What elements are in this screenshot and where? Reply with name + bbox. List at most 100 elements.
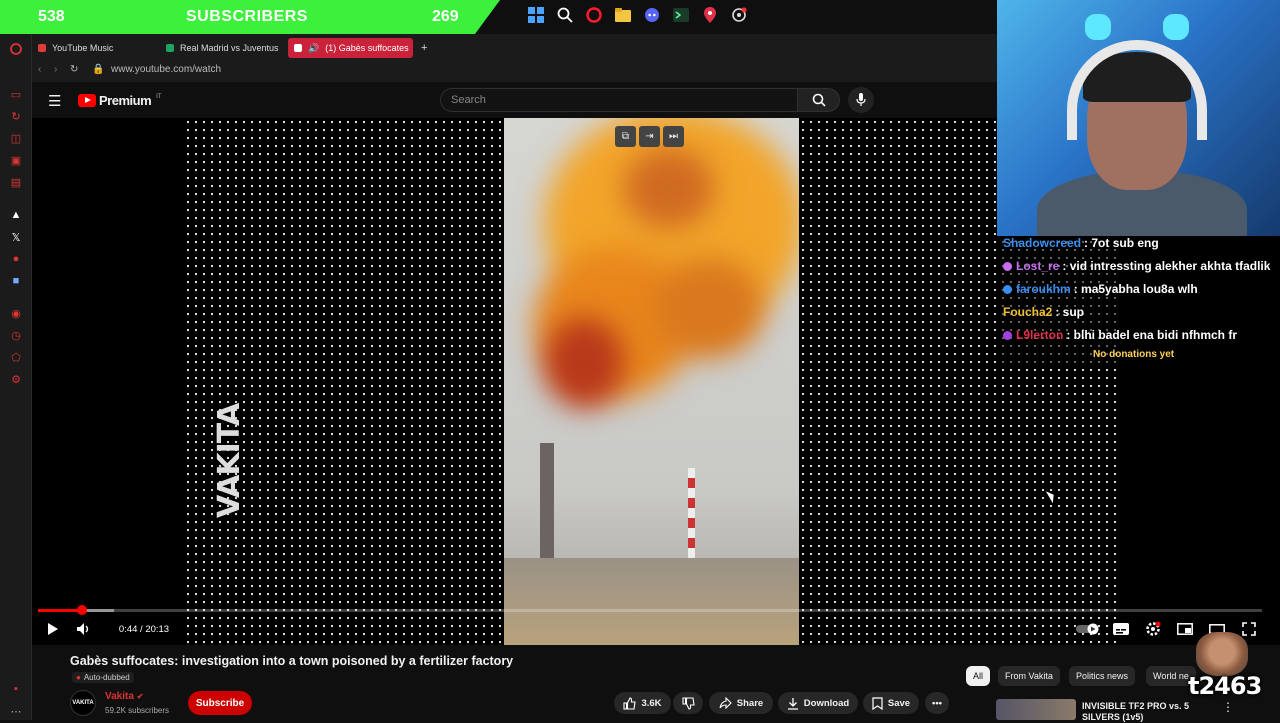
subscriber-goal-bar: 538 SUBSCRIBERS 269 — [0, 0, 500, 34]
dubbing-icon: ● — [76, 673, 81, 682]
progress-bar[interactable] — [38, 605, 1262, 615]
sidebar-more-icon[interactable]: ⋯ — [9, 704, 23, 718]
opera-icon[interactable] — [583, 4, 605, 26]
stream-chat: Shadowcreed: 7ot sub eng Lost_re: vid in… — [997, 236, 1280, 368]
youtube-favicon-icon — [294, 44, 302, 52]
more-horizontal-icon: ••• — [932, 697, 942, 709]
hamburger-menu-icon[interactable]: ☰ — [48, 92, 61, 110]
sidebar-twitch-icon[interactable]: ▣ — [9, 153, 23, 167]
youtube-play-logo-icon — [78, 94, 96, 107]
bookmark-icon — [872, 696, 883, 710]
youtube-premium-logo[interactable]: Premium IT — [78, 93, 161, 108]
search-input[interactable]: Search — [440, 88, 798, 112]
sidebar-x-icon[interactable]: 𝕏 — [9, 230, 23, 244]
search-icon[interactable] — [554, 4, 576, 26]
thumbs-up-icon — [623, 696, 637, 710]
video-frame[interactable] — [504, 118, 799, 645]
miniplayer-button[interactable] — [1176, 619, 1194, 639]
file-explorer-icon[interactable] — [612, 4, 634, 26]
sidebar-clock-icon[interactable]: ◷ — [9, 328, 23, 342]
subscribe-button[interactable]: Subscribe — [188, 691, 252, 715]
sidebar-aria-icon[interactable]: ▲ — [9, 208, 23, 222]
more-actions-button[interactable]: ••• — [925, 692, 949, 714]
chat-message: Shadowcreed: 7ot sub eng — [1003, 236, 1159, 250]
sidebar-app-icon[interactable]: ■ — [9, 274, 23, 288]
fullscreen-button[interactable] — [1240, 619, 1258, 639]
play-icon — [48, 623, 58, 635]
sidebar-pin-icon[interactable]: ⬠ — [9, 350, 23, 364]
chat-message: Foucha2: sup — [1003, 305, 1084, 319]
sidebar-history-icon[interactable]: ↻ — [9, 109, 23, 123]
chat-username: Foucha2 — [1003, 305, 1053, 319]
sidebar-player-icon[interactable]: ◉ — [9, 306, 23, 320]
volume-button[interactable] — [74, 619, 94, 639]
channel-name[interactable]: Vakita ✔ — [105, 691, 143, 702]
channel-name-text: Vakita — [105, 691, 134, 702]
share-button[interactable]: Share — [709, 692, 773, 714]
recommendation-thumbnail[interactable] — [996, 699, 1076, 720]
snap-icon[interactable]: ⇥ — [639, 126, 660, 147]
sidebar-record-icon[interactable]: ● — [9, 252, 23, 266]
like-button[interactable]: 3.6K — [614, 692, 671, 714]
opera-menu-icon[interactable] — [9, 42, 23, 56]
youtube-header: ☰ Premium IT Search — [32, 82, 998, 118]
sidebar-gx-icon[interactable]: ▪ — [9, 682, 23, 696]
popout-icon[interactable]: ⧉ — [615, 126, 636, 147]
tab-gabes-video[interactable]: 🔊 (1) Gabès suffocates — [288, 38, 413, 58]
dotted-background-left — [184, 118, 504, 645]
dislike-button[interactable] — [673, 692, 703, 714]
subscriber-goal-title: SUBSCRIBERS — [186, 8, 308, 25]
forward-icon[interactable]: › — [54, 64, 57, 75]
tab-youtube-music[interactable]: YouTube Music — [32, 38, 160, 58]
thumbs-down-icon — [681, 696, 695, 710]
chimney — [688, 468, 695, 568]
smoke-cloud — [654, 258, 764, 358]
subtitles-button[interactable] — [1112, 619, 1130, 639]
microphone-icon — [856, 93, 866, 106]
share-icon — [719, 697, 732, 709]
sidebar-bag-icon[interactable]: ◫ — [9, 131, 23, 145]
sidebar-gamepad-icon[interactable]: ▭ — [9, 87, 23, 101]
settings-icon[interactable] — [728, 4, 750, 26]
sidebar-gear-icon[interactable]: ⚙ — [9, 372, 23, 386]
verified-icon: ✔ — [136, 692, 144, 701]
chat-username: faroukhm — [1016, 282, 1071, 296]
chip-from-vakita[interactable]: From Vakita — [998, 666, 1060, 686]
download-button[interactable]: Download — [778, 692, 858, 714]
chat-username: Lost_re — [1016, 259, 1060, 273]
autoplay-toggle[interactable] — [1075, 619, 1101, 639]
sidebar-music-icon[interactable]: ▤ — [9, 175, 23, 189]
gear-icon — [1146, 621, 1161, 636]
discord-icon[interactable] — [641, 4, 663, 26]
download-icon — [787, 697, 798, 710]
save-button[interactable]: Save — [863, 692, 919, 714]
reload-icon[interactable]: ↻ — [70, 64, 78, 75]
play-button[interactable] — [44, 619, 62, 639]
terminal-icon[interactable] — [670, 4, 692, 26]
chat-badge-icon — [1003, 331, 1012, 341]
skip-icon[interactable]: ⏭ — [663, 126, 684, 147]
search-button[interactable] — [798, 88, 840, 112]
back-icon[interactable]: ‹ — [38, 64, 41, 75]
maps-pin-icon[interactable] — [699, 4, 721, 26]
smoke-cloud — [624, 148, 714, 228]
progress-scrubber[interactable] — [77, 605, 88, 615]
auto-dubbed-badge[interactable]: ● Auto-dubbed — [72, 672, 134, 683]
youtube-music-favicon-icon — [38, 44, 46, 52]
lock-icon: 🔒 — [92, 64, 105, 75]
cat-ear-icon — [1163, 14, 1189, 40]
channel-avatar[interactable]: VAKITA — [70, 690, 96, 716]
chip-all[interactable]: All — [966, 666, 991, 686]
chat-message: L9lerton: blhi badel ena bidi nfhmch fr — [1003, 328, 1237, 342]
streamer-tag: t2463 — [1188, 672, 1262, 700]
new-tab-button[interactable]: + — [415, 38, 429, 58]
windows-start-icon[interactable] — [525, 4, 547, 26]
voice-search-button[interactable] — [848, 87, 874, 113]
settings-button[interactable] — [1144, 619, 1162, 639]
donations-status: No donations yet — [1093, 349, 1175, 360]
chip-politics-news[interactable]: Politics news — [1069, 666, 1136, 686]
url-field[interactable]: www.youtube.com/watch — [111, 64, 221, 75]
recommendation-menu-icon[interactable]: ⋮ — [1222, 700, 1234, 714]
headset — [1067, 40, 1207, 140]
tab-real-madrid[interactable]: Real Madrid vs Juventus — [160, 38, 285, 58]
